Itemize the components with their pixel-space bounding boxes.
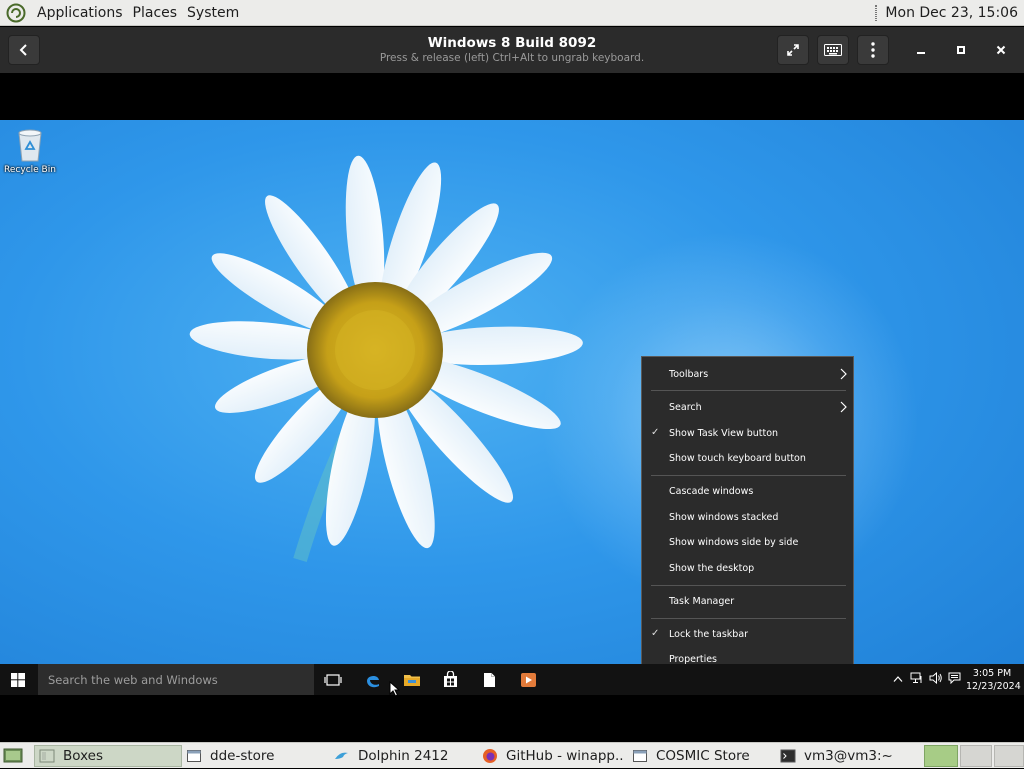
- windows-logo-icon: [11, 672, 25, 687]
- more-vertical-icon: [871, 42, 875, 58]
- bottom-panel: Boxes dde-store Dolphin 2412 GitHub - wi…: [0, 742, 1024, 768]
- store-icon: [443, 671, 457, 687]
- media-player-icon: [520, 672, 536, 687]
- vm-display[interactable]: Recycle Bin Toolbars Search ✓ Show Task …: [0, 73, 1024, 742]
- chevron-left-icon: [19, 44, 27, 56]
- minimize-button[interactable]: [906, 35, 936, 65]
- firefox-icon: [483, 749, 497, 763]
- fullscreen-button[interactable]: [777, 35, 809, 65]
- mate-logo-icon[interactable]: [6, 3, 26, 23]
- menu-item-show-windows-stacked[interactable]: Show windows stacked: [642, 506, 853, 530]
- edge-button[interactable]: [354, 664, 392, 695]
- search-input[interactable]: Search the web and Windows: [38, 664, 314, 695]
- maximize-icon: [957, 46, 965, 54]
- places-menu[interactable]: Places: [128, 5, 183, 21]
- back-button[interactable]: [8, 35, 40, 65]
- show-desktop-icon: [3, 748, 23, 763]
- chevron-right-icon: [839, 401, 847, 416]
- task-view-button[interactable]: [314, 664, 352, 695]
- task-view-icon: [324, 673, 342, 686]
- edge-icon: [367, 675, 379, 687]
- checkmark-icon: ✓: [651, 427, 660, 438]
- network-icon[interactable]: [907, 672, 926, 687]
- start-button[interactable]: [0, 664, 36, 695]
- file-explorer-icon: [404, 675, 420, 686]
- menu-item-show-task-view-button[interactable]: ✓ Show Task View button: [642, 422, 853, 446]
- menu-item-task-manager[interactable]: Task Manager: [642, 590, 853, 614]
- menu-item-lock-the-taskbar[interactable]: ✓ Lock the taskbar: [642, 623, 853, 647]
- system-menu[interactable]: System: [182, 5, 244, 21]
- windows-taskbar[interactable]: Search the web and Windows 3:05 PM 12/23…: [0, 664, 1024, 695]
- taskbar-item-boxes[interactable]: Boxes: [34, 745, 182, 767]
- taskbar-item-terminal[interactable]: vm3@vm3:~: [780, 745, 920, 767]
- fullscreen-icon: [787, 44, 799, 56]
- terminal-icon: [780, 749, 796, 763]
- recycle-bin-icon: [18, 129, 42, 162]
- boxes-header-bar: Windows 8 Build 8092 Press & release (le…: [0, 27, 1024, 73]
- window-icon: [187, 750, 201, 762]
- vm-menu-button[interactable]: [857, 35, 889, 65]
- taskbar-clock[interactable]: 3:05 PM 12/23/2024: [966, 667, 1021, 693]
- recycle-bin-label: Recycle Bin: [4, 165, 56, 175]
- menu-item-toolbars[interactable]: Toolbars: [642, 363, 853, 387]
- chevron-right-icon: [839, 368, 847, 383]
- menu-item-show-touch-keyboard-button[interactable]: Show touch keyboard button: [642, 447, 853, 471]
- boxes-icon: [39, 749, 55, 763]
- chevron-up-icon[interactable]: [888, 673, 907, 686]
- menu-divider: [651, 585, 846, 586]
- action-center-icon[interactable]: [945, 672, 964, 687]
- document-icon: [483, 672, 495, 687]
- workspace-3[interactable]: [994, 745, 1024, 767]
- send-keys-button[interactable]: [817, 35, 849, 65]
- applications-menu[interactable]: Applications: [32, 5, 128, 21]
- keyboard-icon: [824, 44, 842, 56]
- store-button[interactable]: [431, 664, 469, 695]
- workspace-2[interactable]: [960, 745, 992, 767]
- close-icon: [996, 45, 1006, 55]
- close-button[interactable]: [986, 35, 1016, 65]
- show-desktop-button[interactable]: [3, 747, 23, 765]
- vm-title: Windows 8 Build 8092: [427, 35, 597, 51]
- maximize-button[interactable]: [946, 35, 976, 65]
- volume-icon[interactable]: [926, 671, 945, 687]
- clock-date: 12/23/2024: [966, 681, 1021, 692]
- taskbar-item-dde-store[interactable]: dde-store: [186, 745, 328, 767]
- panel-clock[interactable]: Mon Dec 23, 15:06: [885, 5, 1018, 21]
- top-panel: Applications Places System Mon Dec 23, 1…: [0, 0, 1024, 26]
- vm-subtitle: Press & release (left) Ctrl+Alt to ungra…: [379, 52, 645, 64]
- menu-divider: [651, 618, 846, 619]
- panel-separator: [875, 4, 878, 21]
- taskbar-context-menu: Toolbars Search ✓ Show Task View button …: [641, 356, 854, 679]
- taskbar-item-github[interactable]: GitHub - winapp...: [482, 745, 624, 767]
- taskbar-item-cosmic-store[interactable]: COSMIC Store: [632, 745, 774, 767]
- minimize-icon: [917, 52, 925, 54]
- recycle-bin-shortcut[interactable]: Recycle Bin: [4, 127, 56, 175]
- window-icon: [633, 750, 647, 762]
- clock-time: 3:05 PM: [972, 668, 1012, 679]
- menu-divider: [651, 475, 846, 476]
- windows-desktop[interactable]: Recycle Bin Toolbars Search ✓ Show Task …: [0, 120, 1024, 695]
- checkmark-icon: ✓: [651, 628, 660, 639]
- mouse-cursor-icon: [389, 681, 400, 697]
- menu-item-search[interactable]: Search: [642, 396, 853, 420]
- menu-divider: [651, 390, 846, 391]
- media-player-button[interactable]: [509, 664, 547, 695]
- menu-item-show-windows-side-by-side[interactable]: Show windows side by side: [642, 531, 853, 555]
- system-tray: [888, 664, 964, 695]
- dolphin-icon: [335, 752, 348, 759]
- menu-item-show-the-desktop[interactable]: Show the desktop: [642, 557, 853, 581]
- document-button[interactable]: [470, 664, 508, 695]
- daisy-wallpaper-image: [189, 155, 583, 563]
- workspace-1[interactable]: [924, 745, 958, 767]
- taskbar-item-dolphin[interactable]: Dolphin 2412: [334, 745, 476, 767]
- menu-item-cascade-windows[interactable]: Cascade windows: [642, 480, 853, 504]
